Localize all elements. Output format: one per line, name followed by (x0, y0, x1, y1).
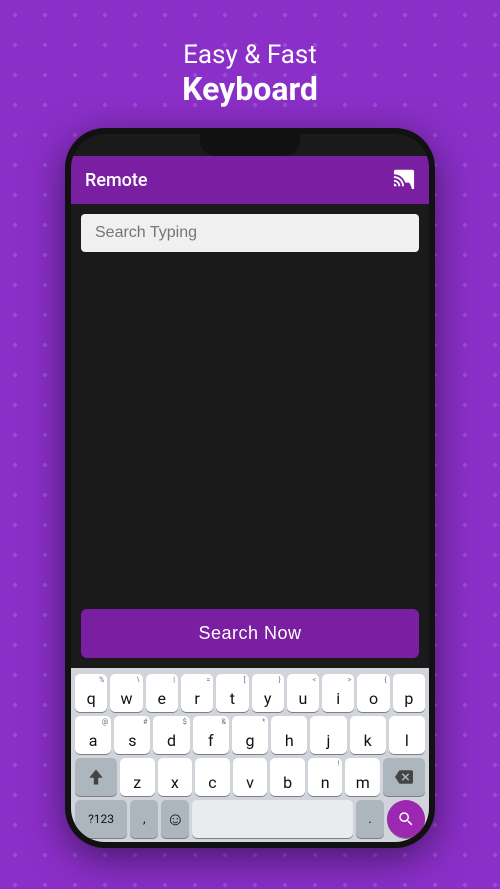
key-s[interactable]: #s (114, 716, 150, 754)
app-screen: Remote Search Now %q \w |e =r (71, 156, 429, 842)
key-h[interactable]: h (271, 716, 307, 754)
key-y[interactable]: }y (252, 674, 284, 712)
shift-key[interactable] (75, 758, 117, 796)
key-v[interactable]: v (233, 758, 268, 796)
key-q[interactable]: %q (75, 674, 107, 712)
key-r[interactable]: =r (181, 674, 213, 712)
key-b[interactable]: b (270, 758, 305, 796)
key-e[interactable]: |e (146, 674, 178, 712)
key-n[interactable]: !n (308, 758, 343, 796)
emoji-key[interactable]: ☺ (161, 800, 189, 838)
keyboard: %q \w |e =r [t }y <u >i {o p @a #s $d &f… (71, 668, 429, 842)
keyboard-bottom-row: ?123 , ☺ . (75, 800, 425, 838)
search-input[interactable] (81, 214, 419, 252)
key-w[interactable]: \w (110, 674, 142, 712)
key-u[interactable]: <u (287, 674, 319, 712)
app-header: Easy & Fast Keyboard (182, 40, 318, 108)
header-line1: Easy & Fast (182, 40, 318, 70)
key-k[interactable]: k (350, 716, 386, 754)
comma-key[interactable]: , (130, 800, 158, 838)
key-p[interactable]: p (393, 674, 425, 712)
key-a[interactable]: @a (75, 716, 111, 754)
keyboard-row-1: %q \w |e =r [t }y <u >i {o p (75, 674, 425, 712)
cast-icon[interactable] (393, 167, 415, 194)
key-c[interactable]: c (195, 758, 230, 796)
period-key[interactable]: . (356, 800, 384, 838)
search-field-wrap (71, 204, 429, 252)
phone-frame: Remote Search Now %q \w |e =r (65, 128, 435, 848)
key-l[interactable]: l (389, 716, 425, 754)
search-button-wrap: Search Now (71, 599, 429, 668)
key-o[interactable]: {o (357, 674, 389, 712)
keyboard-row-3: z x c v b !n m (75, 758, 425, 796)
key-x[interactable]: x (158, 758, 193, 796)
search-keyboard-button[interactable] (387, 800, 425, 838)
key-j[interactable]: j (310, 716, 346, 754)
phone-notch (200, 134, 300, 156)
app-title: Remote (85, 170, 148, 191)
app-topbar: Remote (71, 156, 429, 204)
key-d[interactable]: $d (153, 716, 189, 754)
keyboard-row-2: @a #s $d &f *g h j k l (75, 716, 425, 754)
delete-key[interactable] (383, 758, 425, 796)
key-i[interactable]: >i (322, 674, 354, 712)
numeric-key[interactable]: ?123 (75, 800, 127, 838)
key-t[interactable]: [t (216, 674, 248, 712)
header-line2: Keyboard (182, 70, 318, 108)
key-m[interactable]: m (345, 758, 380, 796)
key-g[interactable]: *g (232, 716, 268, 754)
content-area (71, 252, 429, 599)
space-key[interactable] (192, 800, 353, 838)
key-z[interactable]: z (120, 758, 155, 796)
key-f[interactable]: &f (193, 716, 229, 754)
search-now-button[interactable]: Search Now (81, 609, 419, 658)
